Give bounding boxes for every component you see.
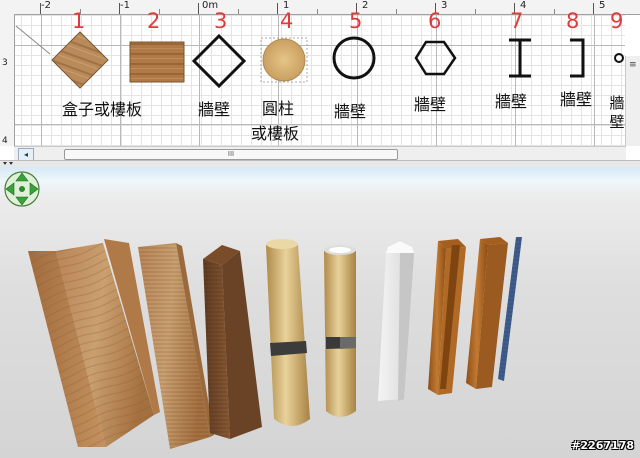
- 3d-wall-object: [203, 245, 262, 439]
- item-label: 牆壁: [198, 100, 231, 119]
- i-beam-shape: [509, 38, 531, 78]
- 3d-objects: [28, 237, 522, 449]
- hexagon-wall-shape: [414, 40, 457, 76]
- diamond-wall-shape: [191, 33, 247, 89]
- item-number: 2: [147, 9, 161, 33]
- 3d-view[interactable]: #2267178: [0, 167, 640, 458]
- horizontal-scrollbar[interactable]: ◂ III: [14, 146, 626, 160]
- item-label: 圓柱: [262, 99, 295, 118]
- item-number: 5: [349, 9, 363, 33]
- channel-shape: [570, 38, 585, 78]
- 3d-ring-object: [324, 245, 356, 417]
- item-number: 9: [610, 9, 624, 33]
- small-post-shape: [614, 53, 624, 63]
- vertical-scrollbar[interactable]: ≡: [625, 56, 640, 146]
- item-number: 8: [566, 9, 580, 33]
- 3d-cylinder-object: [266, 239, 310, 426]
- scroll-thumb[interactable]: III: [64, 149, 398, 160]
- item-label: 牆壁: [495, 92, 528, 111]
- item-number: 1: [72, 9, 86, 33]
- square-shape: [129, 41, 185, 83]
- item-number: 4: [280, 9, 294, 33]
- guide-line: [15, 25, 51, 55]
- item-label: 或樓板: [251, 124, 300, 143]
- item-label: 牆壁: [609, 94, 625, 131]
- item-label: 牆壁: [414, 95, 447, 114]
- item-label: 盒子或樓板: [62, 100, 143, 119]
- watermark: #2267178: [571, 439, 634, 452]
- plan-view[interactable]: -2 -1 0m 1 2 3 4 5 3 4 1 2 3 4 5 6 7 8 9…: [0, 0, 640, 160]
- cylinder-shape: [262, 38, 306, 82]
- ring-wall-shape: [332, 36, 376, 80]
- 3d-box-object: [28, 239, 160, 447]
- item-label: 牆壁: [560, 90, 593, 109]
- item-number: 3: [214, 9, 228, 33]
- box-shape: [51, 31, 109, 89]
- item-label: 牆壁: [334, 102, 367, 121]
- item-number: 6: [428, 9, 442, 33]
- scroll-menu-icon[interactable]: ≡: [629, 60, 637, 70]
- 3d-block-object: [138, 243, 214, 449]
- 3d-ibeam-object: [428, 239, 466, 395]
- plan-shapes: [15, 25, 624, 89]
- 3d-hexagon-object: [378, 241, 414, 401]
- item-number: 7: [510, 9, 524, 33]
- scroll-left-icon[interactable]: ◂: [18, 148, 34, 160]
